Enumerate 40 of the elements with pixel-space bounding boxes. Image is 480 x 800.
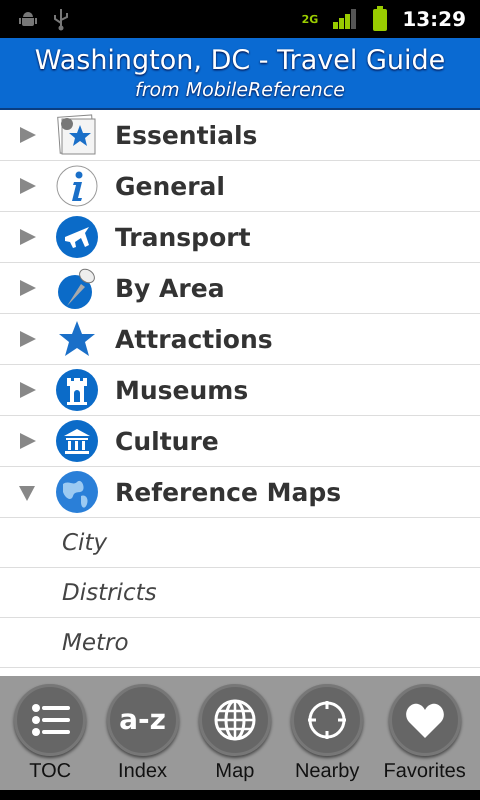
info-icon xyxy=(55,164,99,208)
toc-label: Essentials xyxy=(115,120,258,150)
battery-icon xyxy=(372,6,388,32)
app-title: Washington, DC - Travel Guide xyxy=(34,44,446,78)
toc-label: Culture xyxy=(115,426,219,456)
toc-item[interactable]: Essentials xyxy=(0,110,480,161)
toc-subitem[interactable]: Districts xyxy=(0,568,480,618)
toc-item[interactable]: Culture xyxy=(0,416,480,467)
temple-icon xyxy=(55,419,99,463)
toc-label: Museums xyxy=(115,376,248,404)
expand-arrow-icon[interactable] xyxy=(17,380,37,400)
toc-label: Transport xyxy=(115,222,251,252)
expand-arrow-icon[interactable] xyxy=(17,431,37,451)
toc-item[interactable]: Attractions xyxy=(0,314,480,365)
globe-icon xyxy=(55,470,99,514)
clock: 13:29 xyxy=(402,7,466,31)
expand-arrow-icon[interactable] xyxy=(17,329,37,349)
toc-label: Attractions xyxy=(115,324,273,354)
toc-item[interactable]: Museums xyxy=(0,365,480,416)
toc-item[interactable]: By Area xyxy=(0,263,480,314)
network-type: 2G xyxy=(302,12,318,26)
toc-subitem[interactable]: City xyxy=(0,518,480,568)
toc-item[interactable]: Reference Maps xyxy=(0,467,480,518)
toc-label: General xyxy=(115,172,225,200)
toc-item[interactable]: Transport xyxy=(0,212,480,263)
toc-subitem[interactable]: Metro xyxy=(0,618,480,668)
expand-arrow-icon[interactable] xyxy=(17,125,37,145)
globe-icon xyxy=(212,698,257,742)
toc-label: By Area xyxy=(115,274,225,302)
signal-icon xyxy=(332,8,358,30)
tower-icon xyxy=(55,368,99,412)
expand-arrow-icon[interactable] xyxy=(17,176,37,196)
usb-icon xyxy=(52,7,70,31)
android-icon xyxy=(18,9,38,29)
toc-item[interactable]: General xyxy=(0,161,480,212)
expand-arrow-icon[interactable] xyxy=(17,227,37,247)
app-subtitle: from MobileReference xyxy=(135,78,345,102)
az-icon: a-z xyxy=(119,703,166,736)
expand-arrow-icon[interactable] xyxy=(17,278,37,298)
toc-label: Reference Maps xyxy=(115,478,342,506)
